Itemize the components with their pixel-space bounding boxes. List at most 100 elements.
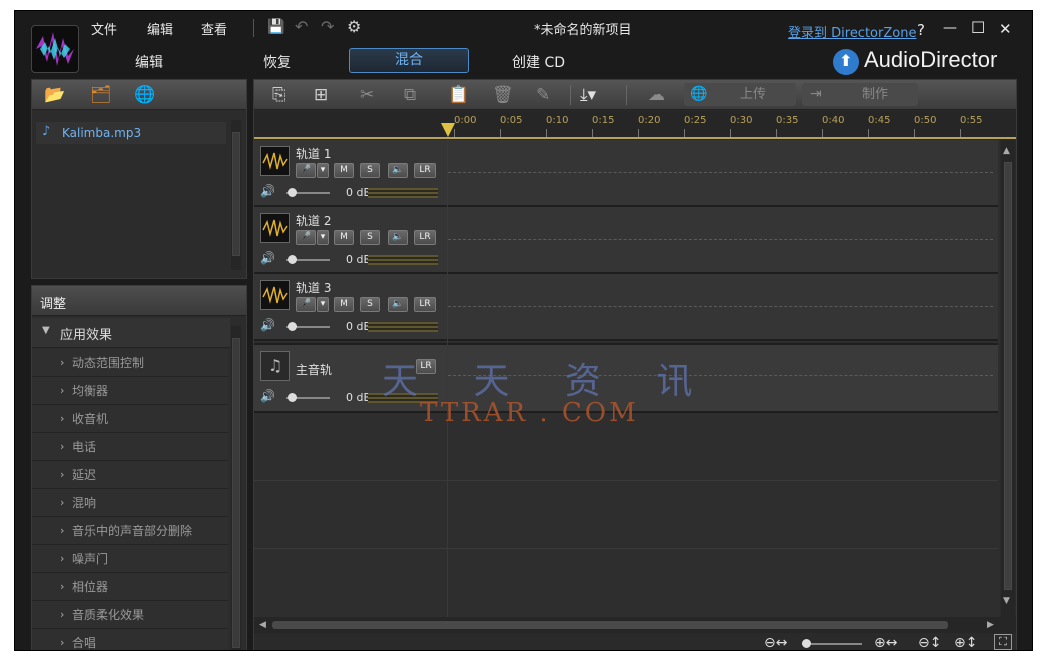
watermark-text: 天 天 资 讯 — [382, 361, 715, 402]
scroll-left-arrow-icon[interactable]: ◀ — [259, 620, 266, 630]
ruler-tick-mark — [730, 129, 731, 137]
chevron-right-icon: › — [60, 468, 65, 481]
effect-item[interactable]: › 电话 — [32, 433, 228, 461]
menu-edit[interactable]: 编辑 — [147, 19, 173, 38]
zoom-slider[interactable] — [802, 643, 862, 645]
settings-gear-icon[interactable]: ⚙ — [347, 17, 361, 36]
waveform-icon — [260, 280, 290, 310]
track-lane[interactable] — [448, 239, 993, 240]
effect-item[interactable]: › 动态范围控制 — [32, 349, 228, 377]
effect-item[interactable]: › 相位器 — [32, 573, 228, 601]
import-file-icon[interactable]: 🗂 — [90, 85, 112, 105]
export-dropdown-icon[interactable]: ⤓▾ — [580, 85, 596, 105]
menu-view[interactable]: 查看 — [201, 19, 227, 38]
effect-item[interactable]: › 音质柔化效果 — [32, 601, 228, 629]
tab-create-cd[interactable]: 创建 CD — [512, 52, 565, 72]
sync-icon[interactable]: ☁ — [648, 85, 665, 105]
effect-item[interactable]: › 音乐中的声音部分删除 — [32, 517, 228, 545]
tab-edit[interactable]: 编辑 — [135, 52, 163, 72]
upload-button[interactable]: 🌐 上传 — [684, 83, 796, 106]
login-link[interactable]: 登录到 DirectorZone — [788, 22, 916, 41]
library-file-item[interactable]: ♪ Kalimba.mp3 — [36, 122, 226, 144]
library-scroll-thumb[interactable] — [232, 132, 240, 256]
tracks-h-scroll-thumb[interactable] — [272, 621, 948, 629]
minimize-button[interactable]: — — [943, 20, 957, 36]
scroll-right-arrow-icon[interactable]: ▶ — [987, 620, 994, 630]
lr-button[interactable]: LR — [414, 297, 436, 312]
undo-icon[interactable]: ↶ — [295, 17, 308, 36]
timeline-ruler[interactable]: 0:00 0:05 0:10 0:15 0:20 0:25 0:30 0:35 0:40 0:45… — [254, 111, 1016, 139]
effects-group-header[interactable]: ▼ 应用效果 — [32, 318, 230, 348]
master-volume-knob[interactable] — [288, 393, 297, 402]
speaker-icon[interactable]: 🔊 — [260, 389, 275, 403]
lr-button[interactable]: LR — [414, 163, 436, 178]
effect-item[interactable]: › 延迟 — [32, 461, 228, 489]
effects-scrollbar[interactable] — [231, 326, 241, 650]
effect-item[interactable]: › 合唱 — [32, 629, 228, 650]
tracks-v-scrollbar[interactable]: ▲ ▼ — [1001, 140, 1015, 617]
zoom-in-horizontal-icon[interactable]: ⊕↔ — [874, 635, 897, 650]
mic-icon[interactable]: 🎤 — [296, 297, 316, 312]
effect-item[interactable]: › 混响 — [32, 489, 228, 517]
tracks-h-scrollbar[interactable]: ◀ ▶ — [254, 617, 1016, 633]
paste-icon[interactable]: 📋 — [448, 85, 469, 105]
mic-icon[interactable]: 🎤 — [296, 163, 316, 178]
ruler-tick-label: 0:10 — [546, 115, 569, 126]
scroll-down-arrow-icon[interactable]: ▼ — [1003, 596, 1010, 606]
effect-item[interactable]: › 均衡器 — [32, 377, 228, 405]
track-volume-knob[interactable] — [288, 322, 297, 331]
download-web-icon[interactable]: 🌐 — [134, 85, 155, 105]
chevron-right-icon: › — [60, 608, 65, 621]
speaker-toggle-icon[interactable]: 🔈 — [388, 230, 408, 245]
track-volume-knob[interactable] — [288, 188, 297, 197]
maximize-button[interactable]: ☐ — [971, 18, 985, 37]
scroll-up-arrow-icon[interactable]: ▲ — [1003, 146, 1010, 156]
close-button[interactable]: ✕ — [999, 20, 1012, 38]
mic-dropdown-icon[interactable]: ▾ — [317, 297, 329, 312]
help-button[interactable]: ? — [917, 21, 925, 39]
delete-icon[interactable]: 🗑 — [492, 85, 514, 105]
zoom-slider-knob[interactable] — [802, 639, 811, 648]
zoom-out-vertical-icon[interactable]: ⊖↕ — [918, 635, 941, 650]
library-scrollbar[interactable] — [231, 120, 241, 270]
tab-mix[interactable]: 混合 — [349, 48, 469, 73]
mute-button[interactable]: M — [334, 163, 354, 178]
mic-dropdown-icon[interactable]: ▾ — [317, 230, 329, 245]
add-track-settings-icon[interactable]: ⎘ — [272, 85, 286, 105]
collapse-arrow-icon: ▼ — [42, 325, 50, 336]
solo-button[interactable]: S — [360, 297, 380, 312]
mic-dropdown-icon[interactable]: ▾ — [317, 163, 329, 178]
mute-button[interactable]: M — [334, 297, 354, 312]
solo-button[interactable]: S — [360, 163, 380, 178]
redo-icon[interactable]: ↷ — [321, 17, 334, 36]
effect-item[interactable]: › 噪声门 — [32, 545, 228, 573]
insert-track-icon[interactable]: ⊞ — [314, 85, 328, 105]
cut-icon[interactable]: ✂ — [360, 85, 374, 105]
effect-item[interactable]: › 收音机 — [32, 405, 228, 433]
copy-icon[interactable]: ⧉ — [404, 85, 416, 105]
zoom-out-horizontal-icon[interactable]: ⊖↔ — [764, 635, 787, 650]
lr-button[interactable]: LR — [414, 230, 436, 245]
produce-button[interactable]: ⇥ 制作 — [802, 83, 918, 106]
speaker-icon[interactable]: 🔊 — [260, 251, 275, 265]
speaker-icon[interactable]: 🔊 — [260, 184, 275, 198]
playhead-handle-icon[interactable] — [441, 123, 455, 137]
tab-restore[interactable]: 恢复 — [263, 52, 291, 72]
menu-file[interactable]: 文件 — [91, 19, 117, 38]
speaker-toggle-icon[interactable]: 🔈 — [388, 297, 408, 312]
mute-button[interactable]: M — [334, 230, 354, 245]
tracks-v-scroll-thumb[interactable] — [1004, 162, 1012, 590]
fit-view-icon[interactable]: ⛶ — [994, 634, 1012, 650]
effects-scroll-thumb[interactable] — [232, 338, 240, 648]
track-lane[interactable] — [448, 306, 993, 307]
solo-button[interactable]: S — [360, 230, 380, 245]
track-volume-knob[interactable] — [288, 255, 297, 264]
speaker-icon[interactable]: 🔊 — [260, 318, 275, 332]
zoom-in-vertical-icon[interactable]: ⊕↕ — [954, 635, 977, 650]
import-folder-icon[interactable]: 📂 — [44, 85, 65, 105]
speaker-toggle-icon[interactable]: 🔈 — [388, 163, 408, 178]
mic-icon[interactable]: 🎤 — [296, 230, 316, 245]
track-lane[interactable] — [448, 172, 993, 173]
save-icon[interactable]: 💾 — [267, 19, 284, 35]
edit-pen-icon[interactable]: ✎ — [536, 85, 550, 105]
